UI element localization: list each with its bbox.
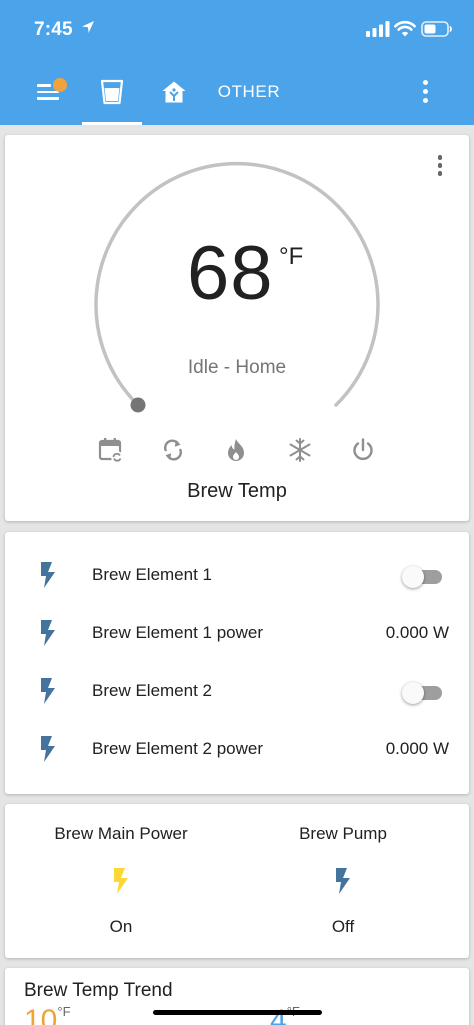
brew-main-power-button[interactable]: Brew Main Power On — [5, 804, 237, 958]
thermostat-card: 68 °F Idle - Home Brew Temp — [5, 135, 469, 521]
temperature-unit: °F — [279, 243, 304, 270]
sync-icon — [164, 439, 182, 461]
button-state: On — [109, 917, 133, 936]
entity-name: Brew Element 1 power — [92, 623, 264, 642]
graph-title: Brew Temp Trend — [24, 980, 173, 1001]
brew-element-2-toggle[interactable] — [402, 681, 444, 704]
mode-cool-button[interactable] — [283, 433, 317, 467]
sidebar-menu-button[interactable] — [28, 74, 68, 108]
home-indicator[interactable] — [153, 1010, 322, 1015]
thermostat-name: Brew Temp — [187, 480, 287, 502]
entity-row-brew-element-2-power[interactable]: Brew Element 2 power 0.000 W — [5, 720, 469, 778]
entity-row-brew-element-1[interactable]: Brew Element 1 — [5, 546, 469, 604]
button-name: Brew Main Power — [54, 824, 188, 843]
app-bar: OTHER — [0, 58, 474, 125]
flash-icon — [41, 620, 55, 646]
status-time: 7:45 — [34, 19, 73, 40]
button-state: Off — [331, 917, 355, 936]
current-temperature: 68 — [187, 231, 274, 316]
mode-auto-button[interactable] — [94, 433, 128, 467]
flash-icon — [41, 736, 55, 762]
notification-badge — [53, 78, 67, 92]
mode-off-button[interactable] — [346, 433, 380, 467]
location-arrow-icon — [82, 21, 94, 33]
button-name: Brew Pump — [299, 824, 387, 843]
power-icon — [353, 438, 373, 461]
calendar-sync-icon — [98, 438, 123, 463]
entity-name: Brew Element 2 power — [92, 739, 264, 758]
entities-card: Brew Element 1 Brew Element 1 power 0.00… — [5, 532, 469, 794]
entity-name: Brew Element 2 — [92, 681, 212, 700]
home-automation-icon — [162, 81, 186, 102]
dial-handle — [130, 397, 146, 413]
flash-icon — [41, 562, 55, 588]
brew-pump-button[interactable]: Brew Pump Off — [227, 804, 459, 958]
battery-icon — [421, 21, 452, 37]
app-header: 7:45 OTHER — [0, 0, 474, 125]
entity-row-brew-element-2[interactable]: Brew Element 2 — [5, 662, 469, 720]
history-graph-card[interactable]: Brew Temp Trend 10°F 4°F — [5, 968, 469, 1025]
graph-value-current: 10°F — [24, 1004, 71, 1025]
wifi-icon — [394, 20, 416, 37]
tab-brew[interactable] — [82, 58, 142, 125]
hvac-state: Idle - Home — [187, 357, 287, 378]
cellular-signal-icon — [366, 21, 390, 37]
mode-heat-cool-button[interactable] — [156, 433, 190, 467]
tab-other[interactable]: OTHER — [208, 58, 290, 125]
snowflake-icon — [289, 438, 311, 462]
status-bar: 7:45 — [0, 0, 474, 58]
cup-icon — [100, 79, 124, 104]
flash-icon — [41, 678, 55, 704]
flash-icon — [336, 868, 350, 894]
mode-heat-button[interactable] — [219, 433, 253, 467]
tab-home[interactable] — [148, 58, 200, 125]
fire-icon — [228, 439, 244, 461]
entity-value: 0.000 W — [385, 623, 449, 642]
entity-buttons-card: Brew Main Power On Brew Pump Off — [5, 804, 469, 958]
entity-row-brew-element-1-power[interactable]: Brew Element 1 power 0.000 W — [5, 604, 469, 662]
flash-icon — [114, 868, 128, 894]
dot-vertical-icon — [422, 79, 428, 85]
active-tab-indicator — [82, 122, 142, 125]
hvac-modes — [5, 433, 469, 467]
brew-element-1-toggle[interactable] — [402, 565, 444, 588]
entity-value: 0.000 W — [385, 739, 449, 758]
overflow-menu-button[interactable] — [410, 74, 440, 108]
entity-name: Brew Element 1 — [92, 565, 212, 584]
